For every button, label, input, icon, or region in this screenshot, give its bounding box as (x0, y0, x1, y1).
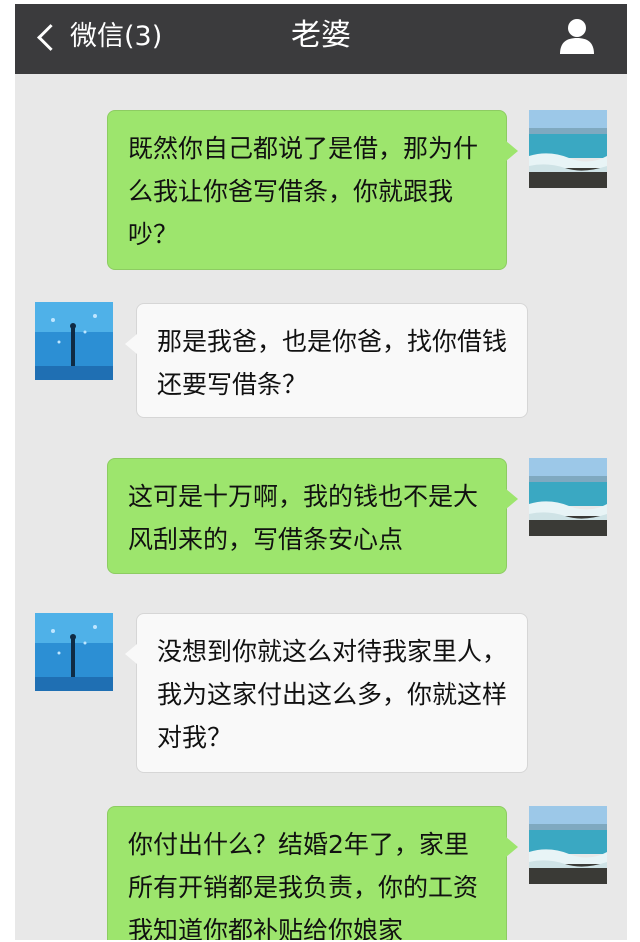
sea-avatar-image (529, 806, 607, 884)
contact-avatar[interactable] (35, 613, 113, 691)
profile-button[interactable] (557, 16, 597, 56)
my-avatar[interactable] (529, 458, 607, 536)
person-icon (560, 19, 594, 54)
top-bar: 微信(3) 老婆 (15, 4, 627, 74)
message-bubble-sent[interactable]: 这可是十万啊，我的钱也不是大风刮来的，写借条安心点 (107, 458, 518, 574)
contact-avatar[interactable] (35, 302, 113, 380)
my-avatar[interactable] (529, 806, 607, 884)
chat-title: 老婆 (291, 18, 351, 53)
message-bubble-sent[interactable]: 你付出什么？结婚2年了，家里所有开销都是我负责，你的工资我知道你都补贴给你娘家 (107, 806, 518, 940)
my-avatar[interactable] (529, 110, 607, 188)
aquarium-avatar-image (35, 302, 113, 380)
sea-avatar-image (529, 458, 607, 536)
aquarium-avatar-image (35, 613, 113, 691)
message-bubble-received[interactable]: 没想到你就这么对待我家里人，我为这家付出这么多，你就这样对我？ (125, 613, 528, 773)
chat-screen: 微信(3) 老婆 既然你自己都说了是借，那为什么我让你爸写借条，你就跟我吵？ 那… (15, 4, 627, 940)
sea-avatar-image (529, 110, 607, 188)
message-bubble-received[interactable]: 那是我爸，也是你爸，找你借钱还要写借条？ (125, 303, 528, 418)
message-bubble-sent[interactable]: 既然你自己都说了是借，那为什么我让你爸写借条，你就跟我吵？ (107, 110, 518, 270)
